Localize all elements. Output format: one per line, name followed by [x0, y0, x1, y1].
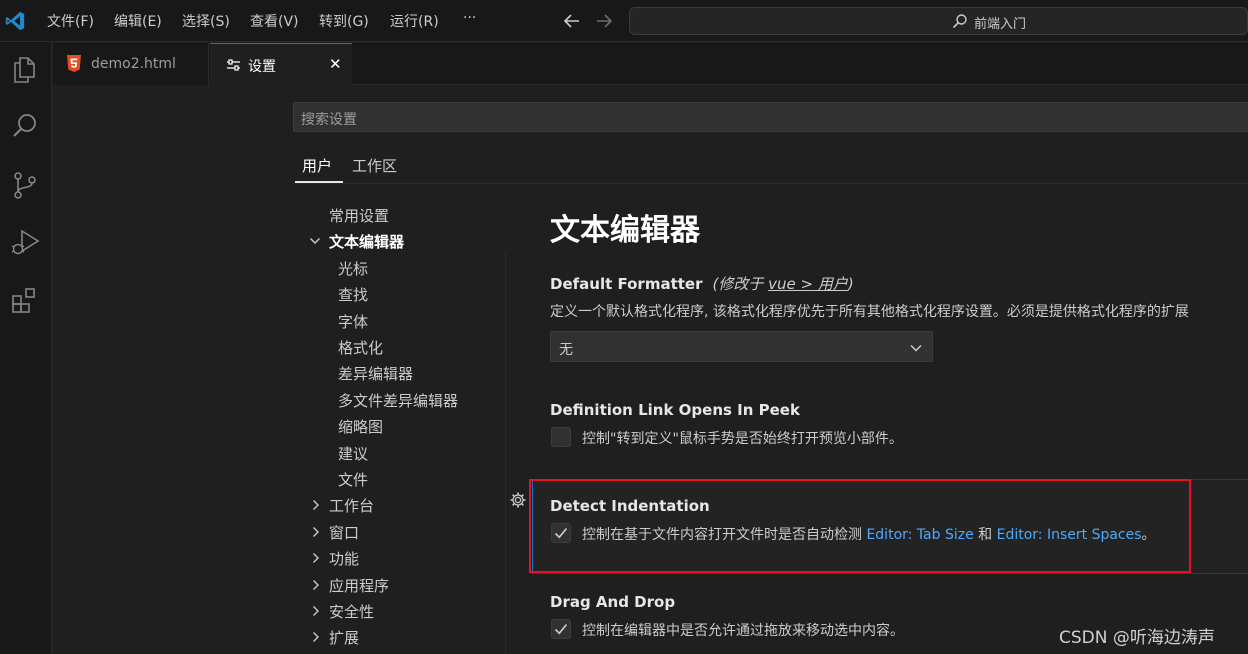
toc-security[interactable]: 安全性 — [329, 601, 374, 622]
setting-title: Detect Indentation — [550, 497, 710, 515]
tab-demo2-html[interactable]: demo2.html — [53, 43, 209, 85]
command-center-label: 前端入门 — [974, 17, 1027, 32]
scope-divider — [293, 183, 1248, 184]
menu-edit[interactable]: 编辑(E) — [114, 11, 162, 31]
chevron-right-icon[interactable] — [310, 526, 322, 538]
menu-view[interactable]: 查看(V) — [250, 11, 299, 31]
toc-multi-diff-editor[interactable]: 多文件差异编辑器 — [338, 390, 458, 411]
toc-formatting[interactable]: 格式化 — [338, 337, 383, 358]
chevron-right-icon[interactable] — [310, 605, 322, 617]
gear-icon[interactable] — [509, 491, 527, 509]
setting-description: 控制在基于文件内容打开文件时是否自动检测 Editor: Tab Size 和 … — [582, 524, 1156, 544]
watermark: CSDN @听海边涛声 — [1059, 628, 1215, 648]
toc-find[interactable]: 查找 — [338, 284, 368, 305]
close-icon[interactable]: ✕ — [329, 55, 342, 73]
dropdown-value: 无 — [559, 342, 573, 358]
run-debug-icon[interactable] — [9, 226, 41, 258]
command-center[interactable]: 前端入门 — [629, 7, 1248, 35]
chevron-down-icon[interactable] — [309, 235, 321, 247]
settings-sliders-icon — [227, 59, 240, 71]
modified-suffix: ) — [847, 275, 854, 293]
setting-title: Definition Link Opens In Peek — [550, 401, 800, 419]
setting-title: Drag And Drop — [550, 593, 676, 611]
detect-indentation-checkbox[interactable] — [551, 523, 571, 543]
arrow-left-icon[interactable] — [562, 10, 582, 32]
modified-indicator: (修改于 vue > 用户) — [708, 275, 854, 293]
toc-diff-editor[interactable]: 差异编辑器 — [338, 363, 413, 384]
setting-title-text: Default Formatter — [550, 275, 703, 293]
html5-icon — [67, 55, 81, 72]
menu-selection[interactable]: 选择(S) — [182, 11, 230, 31]
settings-search-input[interactable]: 搜索设置 — [293, 102, 1248, 132]
toc-font[interactable]: 字体 — [338, 311, 368, 332]
search-icon[interactable] — [9, 110, 41, 142]
check-icon — [554, 623, 568, 635]
toc-files[interactable]: 文件 — [338, 469, 368, 490]
definition-link-checkbox[interactable] — [551, 427, 571, 447]
menu-run[interactable]: 运行(R) — [390, 11, 439, 31]
modified-prefix: (修改于 — [712, 275, 769, 293]
tab-size-link[interactable]: Editor: Tab Size — [866, 527, 973, 543]
chevron-right-icon[interactable] — [310, 552, 322, 564]
toc-features[interactable]: 功能 — [329, 548, 359, 569]
search-icon — [952, 14, 967, 29]
chevron-right-icon[interactable] — [310, 579, 322, 591]
chevron-down-icon — [910, 344, 922, 352]
setting-description: 控制"转到定义"鼠标手势是否始终打开预览小部件。 — [582, 431, 903, 447]
setting-description: 控制在编辑器中是否允许通过拖放来移动选中内容。 — [582, 623, 904, 639]
title-bar: 文件(F) 编辑(E) 选择(S) 查看(V) 转到(G) 运行(R) ··· … — [0, 0, 1248, 42]
setting-description: 定义一个默认格式化程序, 该格式化程序优先于所有其他格式化程序设置。必须是提供格… — [550, 304, 1189, 320]
description-text: 控制在基于文件内容打开文件时是否自动检测 — [582, 527, 867, 543]
explorer-icon[interactable] — [9, 53, 41, 85]
toc-extensions[interactable]: 扩展 — [329, 627, 359, 648]
search-placeholder: 搜索设置 — [301, 112, 357, 128]
extensions-icon[interactable] — [9, 285, 41, 317]
tab-settings[interactable]: 设置 ✕ — [210, 43, 352, 86]
description-text: 和 — [973, 527, 997, 543]
chevron-right-icon[interactable] — [310, 499, 322, 511]
tab-user-scope[interactable]: 用户 — [302, 155, 332, 176]
vscode-logo-icon[interactable] — [4, 10, 26, 32]
arrow-right-icon[interactable] — [594, 10, 614, 32]
setting-title: Default Formatter (修改于 vue > 用户) — [550, 273, 854, 294]
check-icon — [554, 527, 568, 539]
formatter-dropdown[interactable]: 无 — [550, 331, 933, 362]
toc-workbench[interactable]: 工作台 — [329, 495, 374, 516]
toc-window[interactable]: 窗口 — [329, 522, 359, 543]
activity-bar — [0, 42, 52, 654]
editor-tabs: demo2.html 设置 ✕ — [53, 43, 1248, 86]
toc-divider — [505, 253, 506, 654]
toc-minimap[interactable]: 缩略图 — [338, 416, 383, 437]
modified-link[interactable]: vue > 用户 — [768, 275, 848, 293]
source-control-icon[interactable] — [9, 169, 41, 201]
menu-go[interactable]: 转到(G) — [319, 11, 369, 31]
toc-common-settings[interactable]: 常用设置 — [329, 205, 389, 226]
menu-file[interactable]: 文件(F) — [47, 11, 94, 31]
insert-spaces-link[interactable]: Editor: Insert Spaces — [997, 527, 1142, 543]
toc-text-editor[interactable]: 文本编辑器 — [329, 231, 404, 252]
description-text: 。 — [1141, 527, 1156, 543]
tab-workspace-scope[interactable]: 工作区 — [352, 155, 397, 176]
toc-suggestions[interactable]: 建议 — [338, 443, 368, 464]
toc-application[interactable]: 应用程序 — [329, 575, 389, 596]
drag-and-drop-checkbox[interactable] — [551, 619, 571, 639]
toc-cursor[interactable]: 光标 — [338, 258, 368, 279]
tab-label: demo2.html — [91, 56, 176, 72]
chevron-right-icon[interactable] — [310, 631, 322, 643]
menu-more[interactable]: ··· — [463, 10, 476, 26]
tab-label: 设置 — [248, 59, 276, 75]
settings-editor: 搜索设置 用户 工作区 常用设置 文本编辑器 光标 查找 字体 格式化 差异编辑… — [53, 85, 1248, 654]
section-title: 文本编辑器 — [550, 213, 700, 248]
